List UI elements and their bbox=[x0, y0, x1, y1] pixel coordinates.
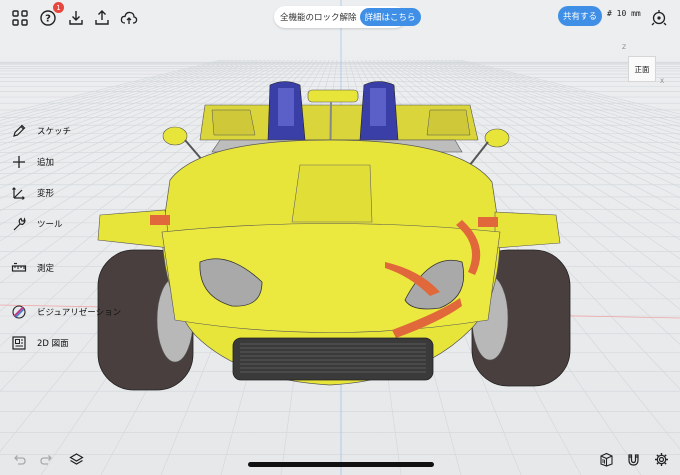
import-button[interactable] bbox=[64, 6, 88, 30]
magnet-button[interactable] bbox=[624, 450, 642, 468]
home-indicator bbox=[248, 462, 434, 467]
tool-measure[interactable]: 測定 bbox=[8, 256, 54, 280]
export-icon bbox=[95, 10, 109, 25]
notification-badge: 1 bbox=[53, 2, 64, 13]
gear-icon bbox=[654, 452, 668, 466]
undo-button[interactable] bbox=[10, 450, 28, 468]
axis-x-label: X bbox=[660, 78, 665, 85]
layers-icon bbox=[68, 452, 84, 465]
grid-menu-icon bbox=[12, 10, 28, 26]
view-cube[interactable]: Z 正面 X bbox=[620, 44, 665, 90]
settings-button[interactable] bbox=[652, 450, 670, 468]
palette-icon bbox=[8, 301, 30, 323]
drawing-icon bbox=[8, 332, 30, 354]
redo-icon bbox=[39, 454, 52, 465]
axis-z-label: Z bbox=[622, 44, 627, 51]
unlock-text: 全機能のロック解除 bbox=[280, 13, 357, 23]
tool-visualization[interactable]: ビジュアリゼーション bbox=[8, 300, 121, 324]
share-button[interactable]: 共有する bbox=[558, 6, 602, 26]
export-button[interactable] bbox=[90, 6, 114, 30]
tool-label: ツール bbox=[37, 220, 63, 230]
grid-size-indicator[interactable]: # 10 mm bbox=[607, 9, 641, 18]
magnet-icon bbox=[627, 453, 639, 466]
tool-label: 2D 図面 bbox=[37, 339, 69, 349]
pen-icon bbox=[8, 120, 30, 142]
unlock-banner: 全機能のロック解除 詳細はこちら bbox=[274, 6, 421, 28]
transform-icon bbox=[8, 182, 30, 204]
tool-2d-drawing[interactable]: 2D 図面 bbox=[8, 331, 69, 355]
tool-add[interactable]: 追加 bbox=[8, 150, 54, 174]
3d-viewport[interactable]: ? 1 全機能のロック解除 詳細はこちら 共有する # 10 mm Z 正面 X… bbox=[0, 0, 680, 475]
cloud-upload-icon bbox=[120, 11, 138, 24]
redo-button[interactable] bbox=[37, 450, 55, 468]
tool-tools[interactable]: ツール bbox=[8, 212, 63, 236]
tool-label: スケッチ bbox=[37, 127, 72, 137]
tool-label: ビジュアリゼーション bbox=[37, 308, 122, 318]
tool-transform[interactable]: 変形 bbox=[8, 181, 54, 205]
tool-label: 追加 bbox=[37, 158, 55, 168]
cloud-upload-button[interactable] bbox=[117, 6, 141, 30]
plus-icon bbox=[8, 151, 30, 173]
view-cube-face[interactable]: 正面 bbox=[628, 56, 656, 82]
details-button[interactable]: 詳細はこちら bbox=[359, 8, 421, 26]
tool-sketch[interactable]: スケッチ bbox=[8, 119, 71, 143]
tool-label: 変形 bbox=[37, 189, 55, 199]
undo-icon bbox=[13, 454, 26, 465]
help-button[interactable]: ? 1 bbox=[36, 2, 64, 30]
ruler-icon bbox=[8, 257, 30, 279]
import-icon bbox=[69, 11, 83, 25]
car-model[interactable] bbox=[0, 0, 680, 475]
snap-settings-icon[interactable] bbox=[650, 8, 668, 26]
grid-menu-button[interactable] bbox=[8, 6, 32, 30]
svg-text:?: ? bbox=[45, 14, 51, 25]
wrench-icon bbox=[8, 213, 30, 235]
layers-button[interactable] bbox=[67, 450, 85, 468]
tool-label: 測定 bbox=[37, 264, 55, 274]
library-button[interactable] bbox=[597, 450, 615, 468]
library-icon bbox=[599, 452, 613, 467]
